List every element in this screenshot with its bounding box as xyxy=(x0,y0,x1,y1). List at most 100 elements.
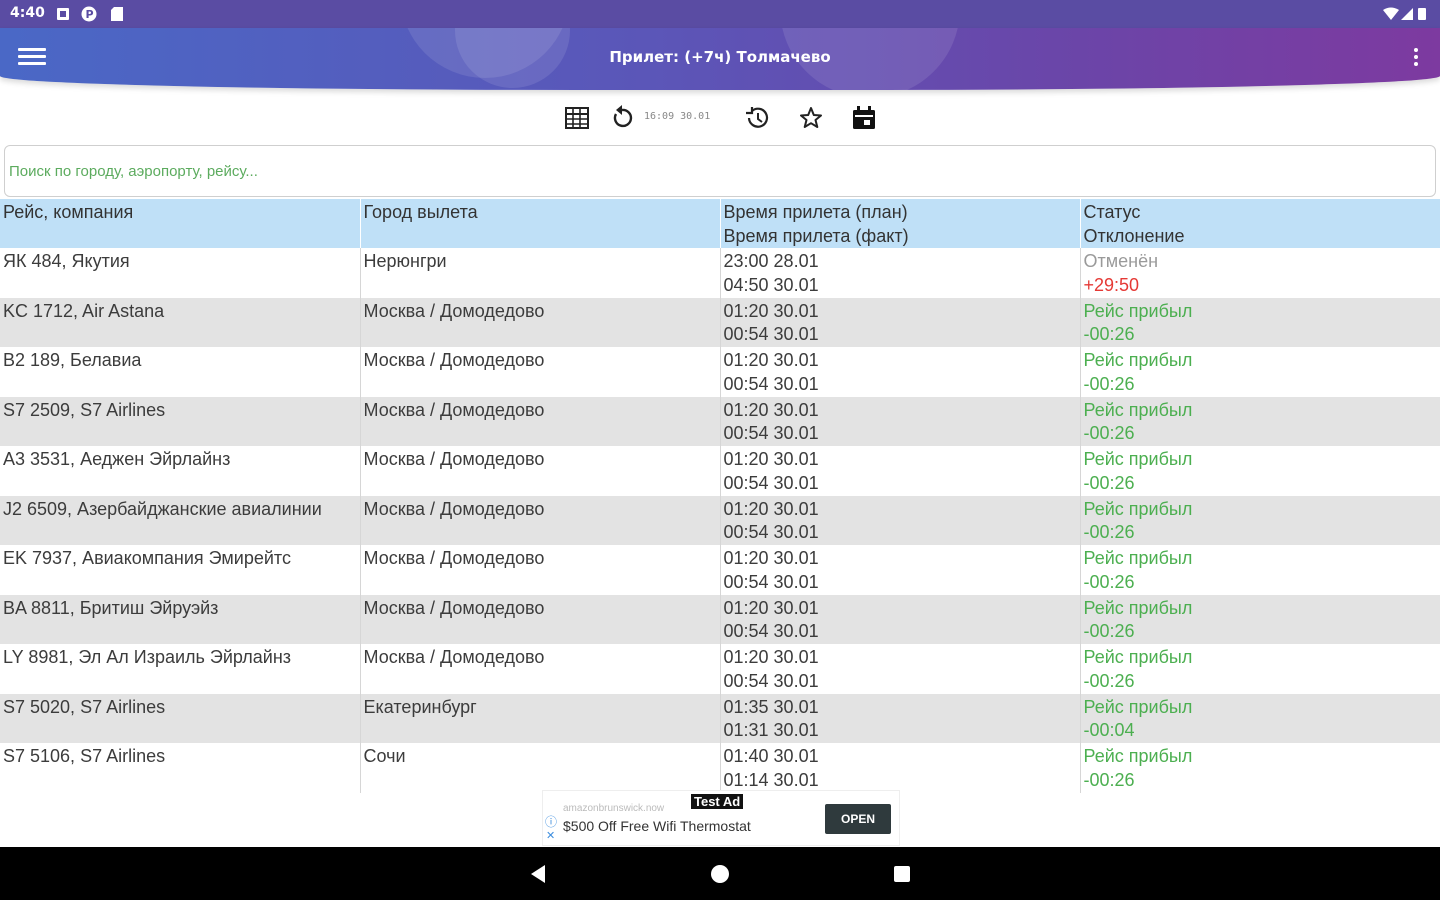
flight-status: Рейс прибыл xyxy=(1083,696,1193,717)
departure-city: Москва / Домодедово xyxy=(363,498,545,519)
time-cell: 23:00 28.01 04:50 30.01 xyxy=(720,248,1081,298)
header-city[interactable]: Город вылета xyxy=(360,199,721,248)
time-deviation: -00:26 xyxy=(1083,571,1135,592)
flight-status: Рейс прибыл xyxy=(1083,350,1193,370)
time-cell: 01:20 30.01 00:54 30.01 xyxy=(720,594,1081,644)
search-input[interactable] xyxy=(5,146,1435,196)
status-bar: 4:40 P xyxy=(0,0,1440,28)
arrival-fact: 00:54 30.01 xyxy=(723,324,819,344)
table-view-icon[interactable] xyxy=(563,104,591,132)
ad-info-icon[interactable]: ⓘ xyxy=(545,813,557,830)
flight-cell: EK 7937, Авиакомпания Эмирейтс xyxy=(0,545,361,595)
arrival-fact: 01:14 30.01 xyxy=(723,769,819,790)
table-row[interactable]: S7 5020, S7 Airlines Екатеринбург 01:35 30… xyxy=(0,693,1440,743)
status-cell: Рейс прибыл -00:26 xyxy=(1080,446,1440,496)
flight-cell: S7 5020, S7 Airlines xyxy=(0,693,361,743)
ad-close-icon[interactable]: ✕ xyxy=(546,829,555,842)
flight-cell: KC 1712, Air Astana xyxy=(0,297,361,347)
table-row[interactable]: J2 6509, Азербайджанские авиалинии Москва… xyxy=(0,495,1440,545)
flight-status: Рейс прибыл xyxy=(1083,300,1193,321)
arrival-fact: 00:54 30.01 xyxy=(723,621,819,641)
departure-city: Нерюнгри xyxy=(363,251,447,271)
status-cell: Рейс прибыл -00:26 xyxy=(1080,297,1440,347)
city-cell: Москва / Домодедово xyxy=(360,347,721,397)
table-row[interactable]: S7 2509, S7 Airlines Москва / Домодедово 0… xyxy=(0,396,1440,446)
arrival-fact: 00:54 30.01 xyxy=(723,670,819,691)
city-cell: Москва / Домодедово xyxy=(360,446,721,496)
header-deviation-label: Отклонение xyxy=(1083,225,1185,246)
header-time[interactable]: Время прилета (план) Время прилета (факт) xyxy=(720,199,1081,248)
header-flight-label: Рейс, компания xyxy=(3,202,134,222)
arrival-fact: 01:31 30.01 xyxy=(723,720,819,740)
time-deviation: -00:26 xyxy=(1083,324,1135,344)
header-flight[interactable]: Рейс, компания xyxy=(0,199,361,248)
flight-status: Рейс прибыл xyxy=(1083,548,1193,568)
table-row[interactable]: ЯК 484, Якутия Нерюнгри 23:00 28.01 04:50 3… xyxy=(0,248,1440,298)
status-cell: Рейс прибыл -00:04 xyxy=(1080,693,1440,743)
flight-name: LY 8981, Эл Ал Израиль Эйрлайнз xyxy=(3,647,292,667)
arrivals-table: Рейс, компания Город вылета Время прилет… xyxy=(0,199,1440,793)
status-cell: Отменён +29:50 xyxy=(1080,248,1440,298)
flight-name: BA 8811, Бритиш Эйруэйз xyxy=(3,597,219,618)
table-row[interactable]: BA 8811, Бритиш Эйруэйз Москва / Домодедо… xyxy=(0,594,1440,644)
flight-name: S7 2509, S7 Airlines xyxy=(3,399,166,420)
toolbar: 16:09 30.01 xyxy=(0,100,1440,136)
favorite-star-icon[interactable] xyxy=(797,104,825,132)
table-row[interactable]: KC 1712, Air Astana Москва / Домодедово 01… xyxy=(0,297,1440,347)
p-icon: P xyxy=(80,6,97,22)
history-icon[interactable] xyxy=(743,104,771,132)
departure-city: Москва / Домодедово xyxy=(363,647,545,667)
overflow-menu-icon[interactable] xyxy=(1410,46,1422,72)
status-cell: Рейс прибыл -00:26 xyxy=(1080,545,1440,595)
time-deviation: -00:26 xyxy=(1083,472,1135,493)
status-time: 4:40 xyxy=(10,5,45,21)
table-row[interactable]: LY 8981, Эл Ал Израиль Эйрлайнз Москва / … xyxy=(0,644,1440,694)
notification-icon xyxy=(56,6,70,22)
departure-city: Екатеринбург xyxy=(363,696,477,717)
flight-name: EK 7937, Авиакомпания Эмирейтс xyxy=(3,548,291,568)
flight-status: Рейс прибыл xyxy=(1083,746,1193,766)
city-cell: Москва / Домодедово xyxy=(360,644,721,694)
flight-status: Рейс прибыл xyxy=(1083,498,1193,519)
arrival-fact: 00:54 30.01 xyxy=(723,522,819,542)
city-cell: Москва / Домодедово xyxy=(360,297,721,347)
city-cell: Нерюнгри xyxy=(360,248,721,298)
city-cell: Москва / Домодедово xyxy=(360,545,721,595)
city-cell: Москва / Домодедово xyxy=(360,594,721,644)
departure-city: Москва / Домодедово xyxy=(363,597,545,618)
time-cell: 01:20 30.01 00:54 30.01 xyxy=(720,297,1081,347)
ad-open-button[interactable]: OPEN xyxy=(825,804,891,834)
city-cell: Москва / Домодедово xyxy=(360,396,721,446)
departure-city: Москва / Домодедово xyxy=(363,548,545,568)
departure-city: Москва / Домодедово xyxy=(363,449,545,469)
city-cell: Екатеринбург xyxy=(360,693,721,743)
table-row[interactable]: B2 189, Белавиа Москва / Домодедово 01:20 … xyxy=(0,347,1440,397)
status-cell: Рейс прибыл -00:26 xyxy=(1080,644,1440,694)
city-cell: Москва / Домодедово xyxy=(360,495,721,545)
table-row[interactable]: EK 7937, Авиакомпания Эмирейтс Москва / Д… xyxy=(0,545,1440,595)
update-timestamp: 16:09 30.01 xyxy=(644,111,711,122)
flight-name: ЯК 484, Якутия xyxy=(3,251,130,271)
app-bar: Прилет: (+7ч) Толмачево xyxy=(0,28,1440,90)
flight-cell: S7 5106, S7 Airlines xyxy=(0,743,361,793)
arrival-plan: 01:20 30.01 xyxy=(723,300,819,321)
table-row[interactable]: A3 3531, Аеджен Эйрлайнз Москва / Домодед… xyxy=(0,446,1440,496)
time-cell: 01:20 30.01 00:54 30.01 xyxy=(720,495,1081,545)
header-status[interactable]: Статус Отклонение xyxy=(1080,199,1440,248)
arrival-plan: 01:20 30.01 xyxy=(723,498,819,519)
departure-city: Москва / Домодедово xyxy=(363,300,545,321)
time-cell: 01:20 30.01 00:54 30.01 xyxy=(720,545,1081,595)
home-icon[interactable] xyxy=(707,861,733,887)
recents-icon[interactable] xyxy=(889,861,915,887)
arrival-fact: 00:54 30.01 xyxy=(723,423,819,443)
refresh-icon[interactable] xyxy=(608,104,636,132)
back-icon[interactable] xyxy=(526,861,552,887)
departure-city: Сочи xyxy=(363,746,406,766)
time-deviation: -00:26 xyxy=(1083,522,1135,542)
calendar-icon[interactable] xyxy=(850,104,878,132)
time-deviation: -00:26 xyxy=(1083,769,1135,790)
flight-cell: BA 8811, Бритиш Эйруэйз xyxy=(0,594,361,644)
table-row[interactable]: S7 5106, S7 Airlines Сочи 01:40 30.01 01:14… xyxy=(0,743,1440,793)
ad-banner[interactable]: ⓘ ✕ amazonbrunswick.now Test Ad $500 Off… xyxy=(542,790,900,846)
flight-status: Рейс прибыл xyxy=(1083,399,1193,420)
